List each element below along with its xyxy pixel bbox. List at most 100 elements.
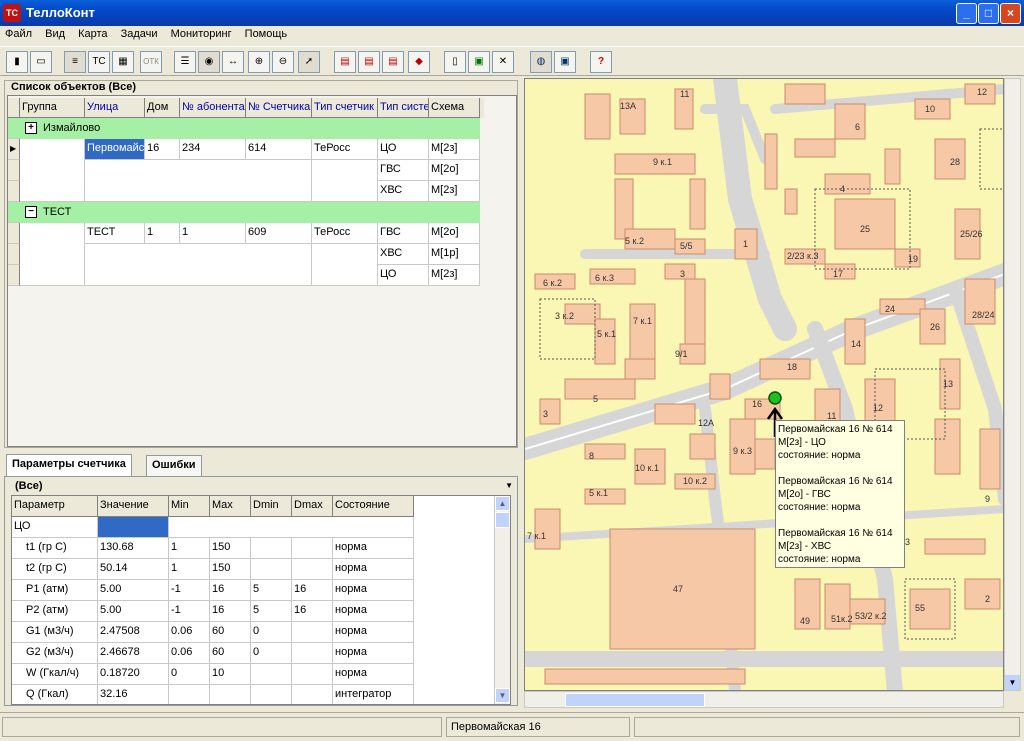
param-state-cell[interactable]: норма (333, 643, 414, 664)
street-cell[interactable]: ТЕСТ (85, 223, 145, 244)
param-dmax-cell[interactable] (292, 559, 333, 580)
param-max-cell[interactable]: 150 (210, 538, 251, 559)
menu-map[interactable]: Карта (73, 26, 112, 42)
house-cell[interactable]: 16 (145, 139, 180, 160)
help-button[interactable]: ? (590, 51, 612, 73)
param-name-cell[interactable]: P2 (атм) (12, 601, 98, 622)
col-max[interactable]: Max (210, 496, 251, 517)
param-value-cell[interactable]: 5.00 (98, 580, 169, 601)
param-dmin-cell[interactable]: 5 (251, 601, 292, 622)
export-icon[interactable]: ▣ (468, 51, 490, 73)
param-value-cell[interactable]: 0.18720 (98, 664, 169, 685)
tab-errors[interactable]: Ошибки (146, 455, 202, 476)
param-dmax-cell[interactable] (292, 685, 333, 704)
param-dmax-cell[interactable] (292, 622, 333, 643)
col-house[interactable]: Дом (145, 98, 180, 118)
meter-type-cell[interactable]: ТеРосс (312, 139, 378, 160)
param-value-cell[interactable]: 50.14 (98, 559, 169, 580)
params-scrollbar[interactable]: ▲ ▼ (494, 496, 510, 704)
col-dmin[interactable]: Dmin (251, 496, 292, 517)
close-button[interactable]: × (1000, 3, 1021, 24)
map-vertical-scrollbar[interactable]: ▼ (1004, 78, 1021, 691)
report3-icon[interactable]: ▤ (382, 51, 404, 73)
minimize-button[interactable]: _ (956, 3, 977, 24)
scroll-up-icon[interactable]: ▲ (495, 496, 510, 511)
scheme-cell[interactable]: М[2з] (429, 181, 480, 202)
zoom-out-icon[interactable]: ⊖ (272, 51, 294, 73)
col-meter-type[interactable]: Тип счетчик (312, 98, 378, 118)
col-group[interactable]: Группа (20, 98, 85, 118)
system-cell[interactable]: ХВС (378, 181, 429, 202)
col-param[interactable]: Параметр (12, 496, 98, 517)
menu-file[interactable]: Файл (0, 26, 37, 42)
expand-icon[interactable]: + (25, 122, 37, 134)
exit-icon[interactable]: ▮ (6, 51, 28, 73)
param-dmin-cell[interactable]: 5 (251, 580, 292, 601)
scheme-cell[interactable]: М[2о] (429, 223, 480, 244)
param-dmin-cell[interactable]: 0 (251, 622, 292, 643)
scroll-down-icon[interactable]: ▼ (1005, 675, 1020, 690)
param-dmin-cell[interactable]: 0 (251, 643, 292, 664)
meter-cell[interactable]: 614 (246, 139, 312, 160)
system-cell[interactable]: ЦО (378, 265, 429, 286)
scroll-thumb[interactable] (565, 693, 705, 707)
group-row-test[interactable] (8, 202, 480, 223)
param-state-cell[interactable]: норма (333, 559, 414, 580)
param-state-cell[interactable]: норма (333, 601, 414, 622)
params-dropdown-icon[interactable]: ▼ (505, 481, 513, 490)
street-cell[interactable]: Первомайская (85, 139, 145, 160)
scroll-down-icon[interactable]: ▼ (495, 688, 510, 703)
monitor-icon[interactable]: ▣ (554, 51, 576, 73)
col-scheme[interactable]: Схема (429, 98, 480, 118)
param-state-cell[interactable]: интегратор (333, 685, 414, 704)
scheme-cell[interactable]: М[2з] (429, 265, 480, 286)
param-dmax-cell[interactable] (292, 643, 333, 664)
open-folder-icon[interactable]: ▭ (30, 51, 52, 73)
maximize-button[interactable]: □ (978, 3, 999, 24)
param-max-cell[interactable]: 16 (210, 601, 251, 622)
param-min-cell[interactable]: 0 (169, 664, 210, 685)
param-name-cell[interactable]: P1 (атм) (12, 580, 98, 601)
globe-icon[interactable]: ◍ (530, 51, 552, 73)
meter-cell[interactable]: 609 (246, 223, 312, 244)
menu-view[interactable]: Вид (40, 26, 70, 42)
col-meter[interactable]: № Счетчика (246, 98, 312, 118)
abonent-cell[interactable]: 234 (180, 139, 246, 160)
report-icon[interactable]: ▤ (334, 51, 356, 73)
tree-view-icon[interactable]: ≡ (64, 51, 86, 73)
meter-type-cell[interactable]: ТеРосс (312, 223, 378, 244)
menu-tasks[interactable]: Задачи (116, 26, 163, 42)
system-cell[interactable]: ГВС (378, 223, 429, 244)
param-name-cell[interactable]: Q (Гкал) (12, 685, 98, 704)
col-system[interactable]: Тип систе (378, 98, 429, 118)
param-max-cell[interactable] (210, 685, 251, 704)
param-state-cell[interactable]: норма (333, 664, 414, 685)
param-min-cell[interactable] (169, 685, 210, 704)
map-view[interactable]: 13А 11 10 12 6 28 9 к.1 4 25 25/26 5 к.2 5/5 1 2/23 к… (524, 78, 1004, 691)
param-name-cell[interactable]: G1 (м3/ч) (12, 622, 98, 643)
scheme-cell[interactable]: М[1р] (429, 244, 480, 265)
col-state[interactable]: Состояние (333, 496, 414, 517)
param-dmax-cell[interactable]: 16 (292, 601, 333, 622)
param-value-cell[interactable]: 2.47508 (98, 622, 169, 643)
param-max-cell[interactable]: 60 (210, 622, 251, 643)
param-dmax-cell[interactable] (292, 538, 333, 559)
table-icon[interactable]: ▦ (112, 51, 134, 73)
param-value-cell[interactable]: 32.16 (98, 685, 169, 704)
scheme-cell[interactable]: М[2з] (429, 139, 480, 160)
pan-icon[interactable]: ↔ (222, 51, 244, 73)
param-min-cell[interactable]: 0.06 (169, 643, 210, 664)
param-dmax-cell[interactable] (292, 664, 333, 685)
system-cell[interactable]: ЦО (378, 139, 429, 160)
col-value[interactable]: Значение (98, 496, 169, 517)
param-value-cell[interactable]: 5.00 (98, 601, 169, 622)
param-name-cell[interactable]: t1 (гр С) (12, 538, 98, 559)
system-cell[interactable]: ГВС (378, 160, 429, 181)
list-icon[interactable]: ☰ (174, 51, 196, 73)
param-dmin-cell[interactable] (251, 538, 292, 559)
menu-monitoring[interactable]: Мониторинг (166, 26, 237, 42)
tab-meter-params[interactable]: Параметры счетчика (6, 454, 132, 477)
param-max-cell[interactable]: 150 (210, 559, 251, 580)
selected-value-cell[interactable] (98, 517, 169, 538)
menu-help[interactable]: Помощь (240, 26, 293, 42)
